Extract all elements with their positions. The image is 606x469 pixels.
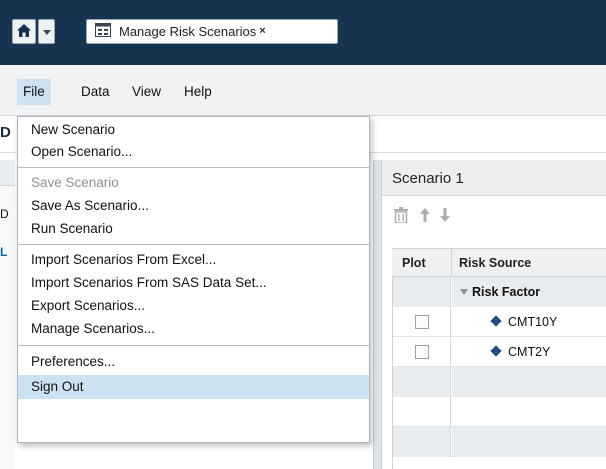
plot-cell: [393, 397, 451, 427]
plot-cell: [393, 277, 451, 307]
risk-source-cell: [452, 427, 606, 457]
home-icon: [16, 23, 32, 41]
chevron-down-icon: [42, 24, 51, 39]
plot-checkbox[interactable]: [415, 345, 429, 359]
risk-source-cell: CMT2Y: [452, 337, 606, 367]
menu-item-export-scenarios[interactable]: Export Scenarios...: [18, 295, 369, 317]
scenario-panel-header: Scenario 1: [382, 160, 606, 196]
menu-view[interactable]: View: [126, 79, 167, 105]
menu-help[interactable]: Help: [178, 79, 218, 105]
plot-cell: [393, 337, 451, 367]
left-panel-text-fragment: D: [0, 207, 9, 221]
column-divider[interactable]: [451, 249, 452, 276]
menu-separator: [18, 167, 369, 168]
risk-factor-label: CMT10Y: [508, 315, 558, 329]
plot-cell: [393, 427, 451, 457]
risk-source-grid: Risk Factor CMT10Y CMT2Y: [392, 277, 606, 469]
close-icon[interactable]: ×: [259, 26, 265, 37]
menubar: File Data View Help: [0, 65, 606, 116]
risk-factor-label: CMT2Y: [508, 345, 551, 359]
column-header-risk-source[interactable]: Risk Source: [459, 256, 531, 270]
arrow-down-icon[interactable]: [436, 205, 454, 225]
scenario-title: Scenario 1: [392, 170, 464, 187]
menu-item-import-excel[interactable]: Import Scenarios From Excel...: [18, 249, 369, 271]
menu-item-new-scenario[interactable]: New Scenario: [18, 119, 369, 141]
grid-header: Plot Risk Source: [392, 248, 606, 277]
menu-item-import-sas[interactable]: Import Scenarios From SAS Data Set...: [18, 272, 369, 294]
menu-separator: [18, 345, 369, 346]
scenario-toolbar: [382, 197, 606, 233]
home-button[interactable]: [12, 19, 36, 44]
group-cell: Risk Factor: [452, 277, 606, 307]
home-menu-button[interactable]: [38, 19, 55, 44]
risk-source-cell: [452, 367, 606, 397]
app-header: Manage Risk Scenarios ×: [0, 0, 606, 65]
arrow-up-icon[interactable]: [416, 205, 434, 225]
menu-item-manage-scenarios[interactable]: Manage Scenarios...: [18, 318, 369, 340]
menu-data[interactable]: Data: [75, 79, 116, 105]
plot-checkbox[interactable]: [415, 315, 429, 329]
table-row-empty: [393, 397, 606, 427]
expand-triangle-icon[interactable]: [460, 289, 468, 295]
file-menu-dropdown: New Scenario Open Scenario... Save Scena…: [17, 116, 370, 443]
trash-icon[interactable]: [392, 205, 410, 225]
panel-splitter[interactable]: [373, 160, 382, 469]
risk-source-cell: [452, 397, 606, 427]
menu-item-save-scenario: Save Scenario: [31, 175, 119, 190]
risk-source-cell: CMT10Y: [452, 307, 606, 337]
tab-manage-risk-scenarios[interactable]: Manage Risk Scenarios ×: [86, 19, 338, 44]
grid-app-icon: [95, 23, 111, 40]
page-heading-fragment: D: [0, 124, 11, 141]
menu-item-preferences[interactable]: Preferences...: [18, 351, 369, 373]
left-panel-header: [0, 160, 15, 186]
menu-item-save-as-scenario[interactable]: Save As Scenario...: [18, 195, 369, 217]
diamond-icon: [490, 345, 502, 357]
menu-item-sign-out[interactable]: Sign Out: [18, 375, 369, 399]
column-header-plot[interactable]: Plot: [402, 256, 426, 270]
tab-label: Manage Risk Scenarios: [119, 24, 257, 39]
table-row[interactable]: CMT10Y: [393, 307, 606, 337]
table-row-empty: [393, 427, 606, 457]
menu-separator: [18, 244, 369, 245]
plot-cell: [393, 367, 451, 397]
group-label: Risk Factor: [472, 285, 541, 299]
menu-item-open-scenario[interactable]: Open Scenario...: [18, 141, 369, 163]
menu-item-run-scenario[interactable]: Run Scenario: [18, 218, 369, 240]
table-row[interactable]: CMT2Y: [393, 337, 606, 367]
table-row-empty: [393, 367, 606, 397]
menu-file[interactable]: File: [17, 79, 51, 105]
plot-cell: [393, 307, 451, 337]
left-panel-link-fragment[interactable]: L: [0, 245, 7, 259]
diamond-icon: [490, 315, 502, 327]
group-row[interactable]: Risk Factor: [393, 277, 606, 307]
